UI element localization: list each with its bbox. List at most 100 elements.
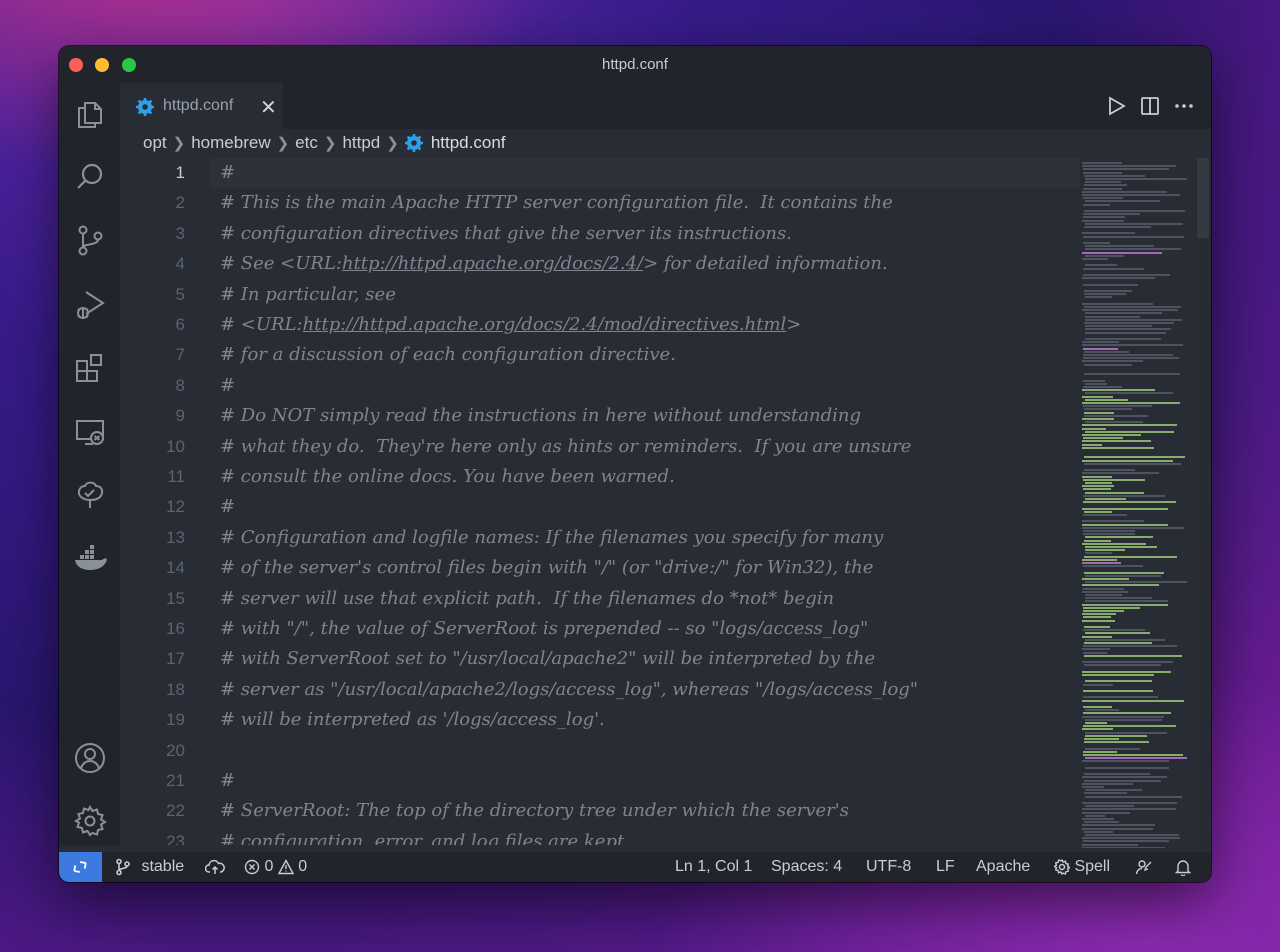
minimap-line: [1085, 312, 1162, 314]
minimap-line: [1085, 296, 1112, 298]
branch-name: stable: [141, 858, 185, 875]
scrollbar-slider[interactable]: [1197, 158, 1209, 238]
minimap-line: [1084, 821, 1119, 823]
code-line[interactable]: 2 # This is the main Apache HTTP server c…: [120, 188, 1150, 218]
minimap-line: [1082, 360, 1143, 362]
run-debug-icon[interactable]: [73, 287, 107, 321]
source-control-icon[interactable]: [73, 223, 107, 257]
code-line[interactable]: 22 # ServerRoot: The top of the directory…: [120, 796, 1150, 826]
minimap-line: [1083, 197, 1123, 199]
language-mode[interactable]: Apache: [976, 852, 1030, 882]
spell-indicator[interactable]: Spell: [1053, 852, 1111, 882]
code-line[interactable]: 10 # what they do. They're here only as h…: [120, 432, 1150, 462]
split-editor-icon[interactable]: [1139, 95, 1161, 117]
minimap-line: [1083, 610, 1124, 612]
breadcrumb-item-opt[interactable]: opt: [143, 133, 167, 153]
minimap-line: [1085, 431, 1174, 433]
code-line[interactable]: 14 # of the server's control files begin …: [120, 553, 1150, 583]
code-line[interactable]: 11 # consult the online docs. You have be…: [120, 462, 1150, 492]
minimap-line: [1082, 562, 1121, 564]
vertical-scrollbar[interactable]: [1195, 158, 1211, 848]
code-line[interactable]: 4 # See <URL:http://httpd.apache.org/docs…: [120, 249, 1150, 279]
code-line[interactable]: 9 # Do NOT simply read the instructions i…: [120, 401, 1150, 431]
notifications-indicator[interactable]: [1174, 852, 1192, 882]
feedback-indicator[interactable]: [1135, 852, 1153, 882]
code-editor[interactable]: 1 #2 # This is the main Apache HTTP server…: [120, 158, 1150, 845]
minimize-window-button[interactable]: [95, 58, 109, 72]
code-line[interactable]: 17 # with ServerRoot set to "/usr/local/a…: [120, 644, 1150, 674]
run-icon[interactable]: [1105, 95, 1127, 117]
code-line[interactable]: 20: [120, 736, 1150, 766]
docker-icon[interactable]: [73, 541, 107, 575]
remote-explorer-icon[interactable]: [73, 415, 107, 449]
zoom-window-button[interactable]: [122, 58, 136, 72]
manage-gear-icon[interactable]: [73, 804, 107, 838]
minimap-line: [1085, 200, 1160, 202]
minimap-line: [1083, 652, 1107, 654]
line-number: 10: [166, 437, 185, 456]
breadcrumb-item-file[interactable]: httpd.conf: [431, 133, 506, 153]
code-line[interactable]: 21 #: [120, 766, 1150, 796]
editor-tabs-bar: httpd.conf ✕: [120, 83, 1211, 130]
minimap-line: [1082, 303, 1153, 305]
code-line[interactable]: 7 # for a discussion of each configuratio…: [120, 340, 1150, 370]
branch-indicator[interactable]: stable: [115, 852, 184, 882]
minimap-line: [1082, 760, 1169, 762]
code-line[interactable]: 1 #: [120, 158, 1150, 188]
breadcrumb-item-httpd[interactable]: httpd: [342, 133, 380, 153]
minimap-line: [1083, 629, 1145, 631]
minimap-line: [1082, 783, 1133, 785]
minimap-line: [1082, 402, 1180, 404]
code-comment: # <URL:http://httpd.apache.org/docs/2.4/…: [220, 310, 801, 340]
testing-icon[interactable]: [73, 478, 107, 512]
indentation[interactable]: Spaces: 4: [771, 852, 842, 882]
minimap-line: [1085, 181, 1121, 183]
minimap-line: [1082, 818, 1114, 820]
more-actions-icon[interactable]: [1173, 95, 1195, 117]
sync-indicator[interactable]: [204, 852, 225, 882]
minimap-line: [1082, 824, 1155, 826]
minimap-line: [1085, 325, 1152, 327]
breadcrumb-item-homebrew[interactable]: homebrew: [191, 133, 270, 153]
minimap-line: [1084, 415, 1148, 417]
minimap-line: [1082, 812, 1130, 814]
end-of-line[interactable]: LF: [936, 852, 955, 882]
code-line[interactable]: 8 #: [120, 371, 1150, 401]
code-line[interactable]: 6 # <URL:http://httpd.apache.org/docs/2.4…: [120, 310, 1150, 340]
code-line[interactable]: 13 # Configuration and logfile names: If …: [120, 523, 1150, 553]
spell-label: Spell: [1074, 858, 1111, 875]
code-line[interactable]: 15 # server will use that explicit path. …: [120, 584, 1150, 614]
remote-indicator[interactable]: [59, 852, 102, 882]
code-link[interactable]: http://httpd.apache.org/docs/2.4/mod/dir…: [303, 314, 787, 335]
problems-indicator[interactable]: 0 0: [244, 852, 307, 882]
code-link[interactable]: http://httpd.apache.org/docs/2.4/: [342, 253, 643, 274]
extensions-icon[interactable]: [73, 351, 107, 385]
minimap-line: [1083, 242, 1110, 244]
minimap-line: [1082, 802, 1177, 804]
account-icon[interactable]: [73, 741, 107, 775]
code-line[interactable]: 23 # configuration, error, and log files …: [120, 827, 1150, 845]
code-line[interactable]: 12 #: [120, 492, 1150, 522]
minimap[interactable]: [1080, 158, 1195, 848]
close-tab-icon[interactable]: ✕: [260, 95, 277, 120]
close-window-button[interactable]: [69, 58, 83, 72]
code-comment: # ServerRoot: The top of the directory t…: [220, 800, 849, 821]
minimap-line: [1083, 268, 1144, 270]
code-line[interactable]: 3 # configuration directives that give th…: [120, 219, 1150, 249]
breadcrumb-item-etc[interactable]: etc: [295, 133, 318, 153]
tab-httpd-conf[interactable]: httpd.conf ✕: [120, 83, 283, 130]
explorer-icon[interactable]: [73, 97, 107, 131]
code-line[interactable]: 16 # with "/", the value of ServerRoot is…: [120, 614, 1150, 644]
minimap-line: [1085, 834, 1179, 836]
encoding[interactable]: UTF-8: [866, 852, 911, 882]
cursor-position[interactable]: Ln 1, Col 1: [675, 852, 752, 882]
code-line[interactable]: 5 # In particular, see: [120, 280, 1150, 310]
minimap-line: [1082, 309, 1178, 311]
code-line[interactable]: 18 # server as "/usr/local/apache2/logs/a…: [120, 675, 1150, 705]
line-number: 4: [175, 254, 185, 273]
code-comment: # In particular, see: [220, 284, 396, 305]
search-icon[interactable]: [73, 160, 107, 194]
minimap-line: [1082, 636, 1112, 638]
vscode-window: httpd.conf httpd.conf ✕ opt ❯ homebrew ❯…: [59, 46, 1211, 882]
code-line[interactable]: 19 # will be interpreted as '/logs/access…: [120, 705, 1150, 735]
